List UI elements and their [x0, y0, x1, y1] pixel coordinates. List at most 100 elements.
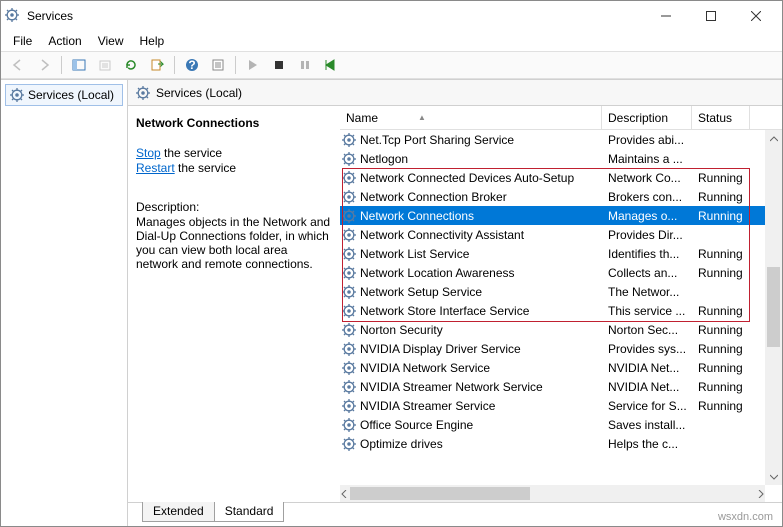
- stop-suffix: the service: [161, 146, 222, 160]
- service-status: Running: [692, 247, 750, 261]
- service-name: Network Location Awareness: [360, 266, 515, 280]
- refresh-button[interactable]: [119, 54, 143, 76]
- service-row[interactable]: Network Location Awareness Collects an...…: [340, 263, 782, 282]
- pause-service-button[interactable]: [293, 54, 317, 76]
- restart-suffix: the service: [175, 161, 236, 175]
- help-button[interactable]: ?: [180, 54, 204, 76]
- service-info-panel: Network Connections Stop the service Res…: [128, 106, 340, 502]
- service-row[interactable]: Office Source Engine Saves install...: [340, 415, 782, 434]
- scroll-thumb[interactable]: [767, 267, 780, 347]
- gear-icon: [342, 190, 356, 204]
- service-row[interactable]: Network Store Interface ServiceThis serv…: [340, 301, 782, 320]
- service-description: Network Co...: [602, 171, 692, 185]
- service-row[interactable]: NVIDIA Display Driver ServiceProvides sy…: [340, 339, 782, 358]
- nav-back-button[interactable]: [6, 54, 30, 76]
- console-tree-panel: Services (Local): [1, 80, 128, 526]
- show-hide-tree-button[interactable]: [67, 54, 91, 76]
- scroll-left-button[interactable]: [340, 485, 348, 502]
- service-name: Network List Service: [360, 247, 469, 261]
- export-list-button[interactable]: [145, 54, 169, 76]
- service-row[interactable]: Network Connectivity Assistant Provides D…: [340, 225, 782, 244]
- service-name: Network Connected Devices Auto-Setup: [360, 171, 574, 185]
- window-title: Services: [27, 9, 643, 23]
- service-status: Running: [692, 209, 750, 223]
- service-row[interactable]: Optimize drivesHelps the c...: [340, 434, 782, 453]
- toolbar-separator: [235, 56, 236, 74]
- start-service-button[interactable]: [241, 54, 265, 76]
- service-name: Network Connection Broker: [360, 190, 507, 204]
- service-status: Running: [692, 342, 750, 356]
- scroll-thumb[interactable]: [350, 487, 530, 500]
- tab-standard[interactable]: Standard: [214, 502, 285, 522]
- toolbar-separator: [61, 56, 62, 74]
- service-row[interactable]: Net.Tcp Port Sharing ServiceProvides abi…: [340, 130, 782, 149]
- column-header-status[interactable]: Status: [692, 106, 750, 129]
- service-name: Net.Tcp Port Sharing Service: [360, 133, 514, 147]
- properties-button[interactable]: [206, 54, 230, 76]
- service-row[interactable]: NetlogonMaintains a ...: [340, 149, 782, 168]
- menu-file[interactable]: File: [5, 32, 40, 50]
- close-button[interactable]: [733, 2, 778, 30]
- service-name: Office Source Engine: [360, 418, 473, 432]
- scroll-down-button[interactable]: [765, 468, 782, 485]
- service-status: Running: [692, 323, 750, 337]
- service-name: NVIDIA Network Service: [360, 361, 490, 375]
- stop-service-button[interactable]: [267, 54, 291, 76]
- view-tabs: Extended Standard: [128, 502, 782, 526]
- app-icon: [5, 8, 21, 24]
- delete-button[interactable]: [93, 54, 117, 76]
- description-label: Description:: [136, 200, 332, 214]
- service-status: Running: [692, 266, 750, 280]
- restart-service-link[interactable]: Restart: [136, 161, 175, 175]
- service-name: Network Connectivity Assistant: [360, 228, 524, 242]
- nav-forward-button[interactable]: [32, 54, 56, 76]
- service-row[interactable]: NVIDIA Streamer ServiceService for S...R…: [340, 396, 782, 415]
- gear-icon: [136, 86, 150, 100]
- horizontal-scrollbar[interactable]: [340, 485, 765, 502]
- menu-help[interactable]: Help: [132, 32, 173, 50]
- menu-action[interactable]: Action: [40, 32, 89, 50]
- vertical-scrollbar[interactable]: [765, 130, 782, 485]
- service-status: Running: [692, 304, 750, 318]
- service-description: Manages o...: [602, 209, 692, 223]
- service-description: Service for S...: [602, 399, 692, 413]
- service-name: Network Setup Service: [360, 285, 482, 299]
- service-description: NVIDIA Net...: [602, 380, 692, 394]
- detail-title-text: Services (Local): [156, 86, 242, 100]
- service-status: Running: [692, 190, 750, 204]
- gear-icon: [342, 323, 356, 337]
- service-row[interactable]: Norton SecurityNorton Sec...Running: [340, 320, 782, 339]
- svg-text:?: ?: [188, 58, 195, 72]
- column-header-name[interactable]: Name▲: [340, 106, 602, 129]
- service-row[interactable]: Network Connections Manages o...Running: [340, 206, 782, 225]
- service-description: Collects an...: [602, 266, 692, 280]
- menu-view[interactable]: View: [90, 32, 132, 50]
- service-status: Running: [692, 361, 750, 375]
- tab-extended[interactable]: Extended: [142, 502, 215, 522]
- service-description: Provides Dir...: [602, 228, 692, 242]
- gear-icon: [342, 228, 356, 242]
- service-row[interactable]: Network Connection BrokerBrokers con...R…: [340, 187, 782, 206]
- tree-node-services-local[interactable]: Services (Local): [5, 84, 123, 106]
- gear-icon: [342, 304, 356, 318]
- selected-service-name: Network Connections: [136, 116, 332, 130]
- gear-icon: [342, 247, 356, 261]
- restart-service-button[interactable]: [319, 54, 343, 76]
- service-row[interactable]: Network Setup ServiceThe Networ...: [340, 282, 782, 301]
- service-row[interactable]: Network List ServiceIdentifies th...Runn…: [340, 244, 782, 263]
- service-name: NVIDIA Streamer Network Service: [360, 380, 543, 394]
- title-bar: Services: [1, 1, 782, 31]
- service-row[interactable]: NVIDIA Network ServiceNVIDIA Net...Runni…: [340, 358, 782, 377]
- service-description: Saves install...: [602, 418, 692, 432]
- scroll-up-button[interactable]: [765, 130, 782, 147]
- service-row[interactable]: Network Connected Devices Auto-Setup Netw…: [340, 168, 782, 187]
- stop-service-link[interactable]: Stop: [136, 146, 161, 160]
- scroll-right-button[interactable]: [757, 485, 765, 502]
- service-row[interactable]: NVIDIA Streamer Network Service NVIDIA Ne…: [340, 377, 782, 396]
- service-description: Maintains a ...: [602, 152, 692, 166]
- column-header-description[interactable]: Description: [602, 106, 692, 129]
- maximize-button[interactable]: [688, 2, 733, 30]
- service-description: Helps the c...: [602, 437, 692, 451]
- service-name: Network Connections: [360, 209, 474, 223]
- minimize-button[interactable]: [643, 2, 688, 30]
